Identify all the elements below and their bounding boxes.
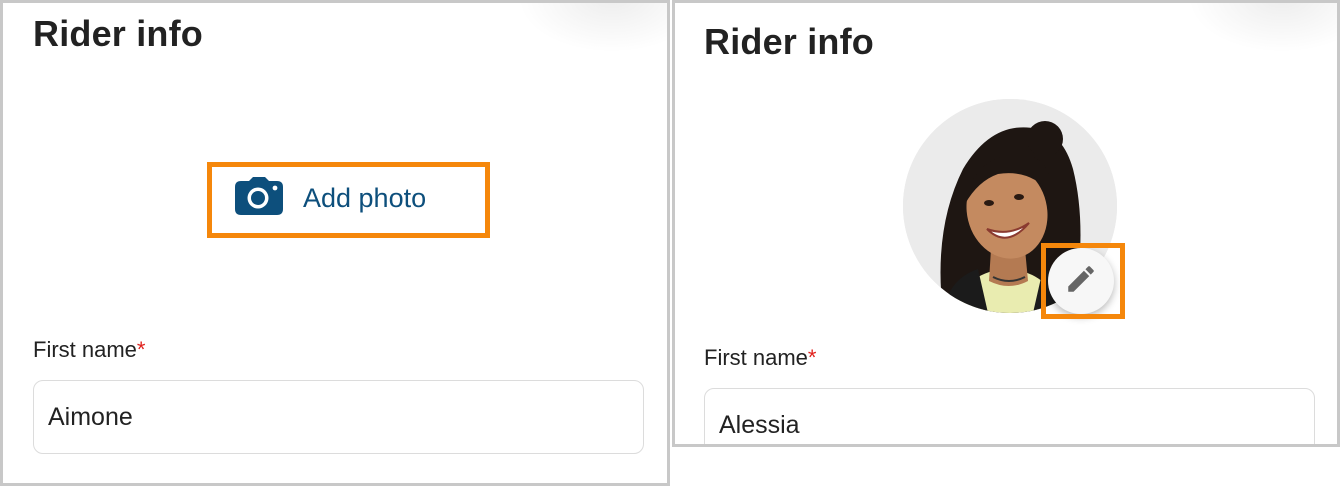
first-name-value: Alessia xyxy=(719,411,800,439)
first-name-label-text: First name xyxy=(704,345,808,370)
corner-shadow xyxy=(1187,3,1337,53)
add-photo-button[interactable]: Add photo xyxy=(235,175,426,221)
first-name-label-text: First name xyxy=(33,337,137,362)
rider-info-panel-empty: Rider info Add photo First name* Aimone xyxy=(0,0,670,486)
page-title: Rider info xyxy=(704,21,874,62)
required-asterisk: * xyxy=(807,345,817,370)
rider-info-panel-with-photo: Rider info First name* Alessia xyxy=(672,0,1340,447)
first-name-field[interactable]: Aimone xyxy=(33,380,644,454)
camera-icon xyxy=(235,176,283,220)
page-title: Rider info xyxy=(33,13,203,54)
edit-photo-highlight xyxy=(1041,243,1125,319)
corner-shadow xyxy=(517,3,667,53)
first-name-label: First name* xyxy=(33,337,145,363)
add-photo-label: Add photo xyxy=(303,182,427,213)
first-name-label: First name* xyxy=(704,345,816,371)
required-asterisk: * xyxy=(136,337,146,362)
first-name-value: Aimone xyxy=(48,402,133,431)
first-name-field[interactable]: Alessia xyxy=(704,388,1315,444)
